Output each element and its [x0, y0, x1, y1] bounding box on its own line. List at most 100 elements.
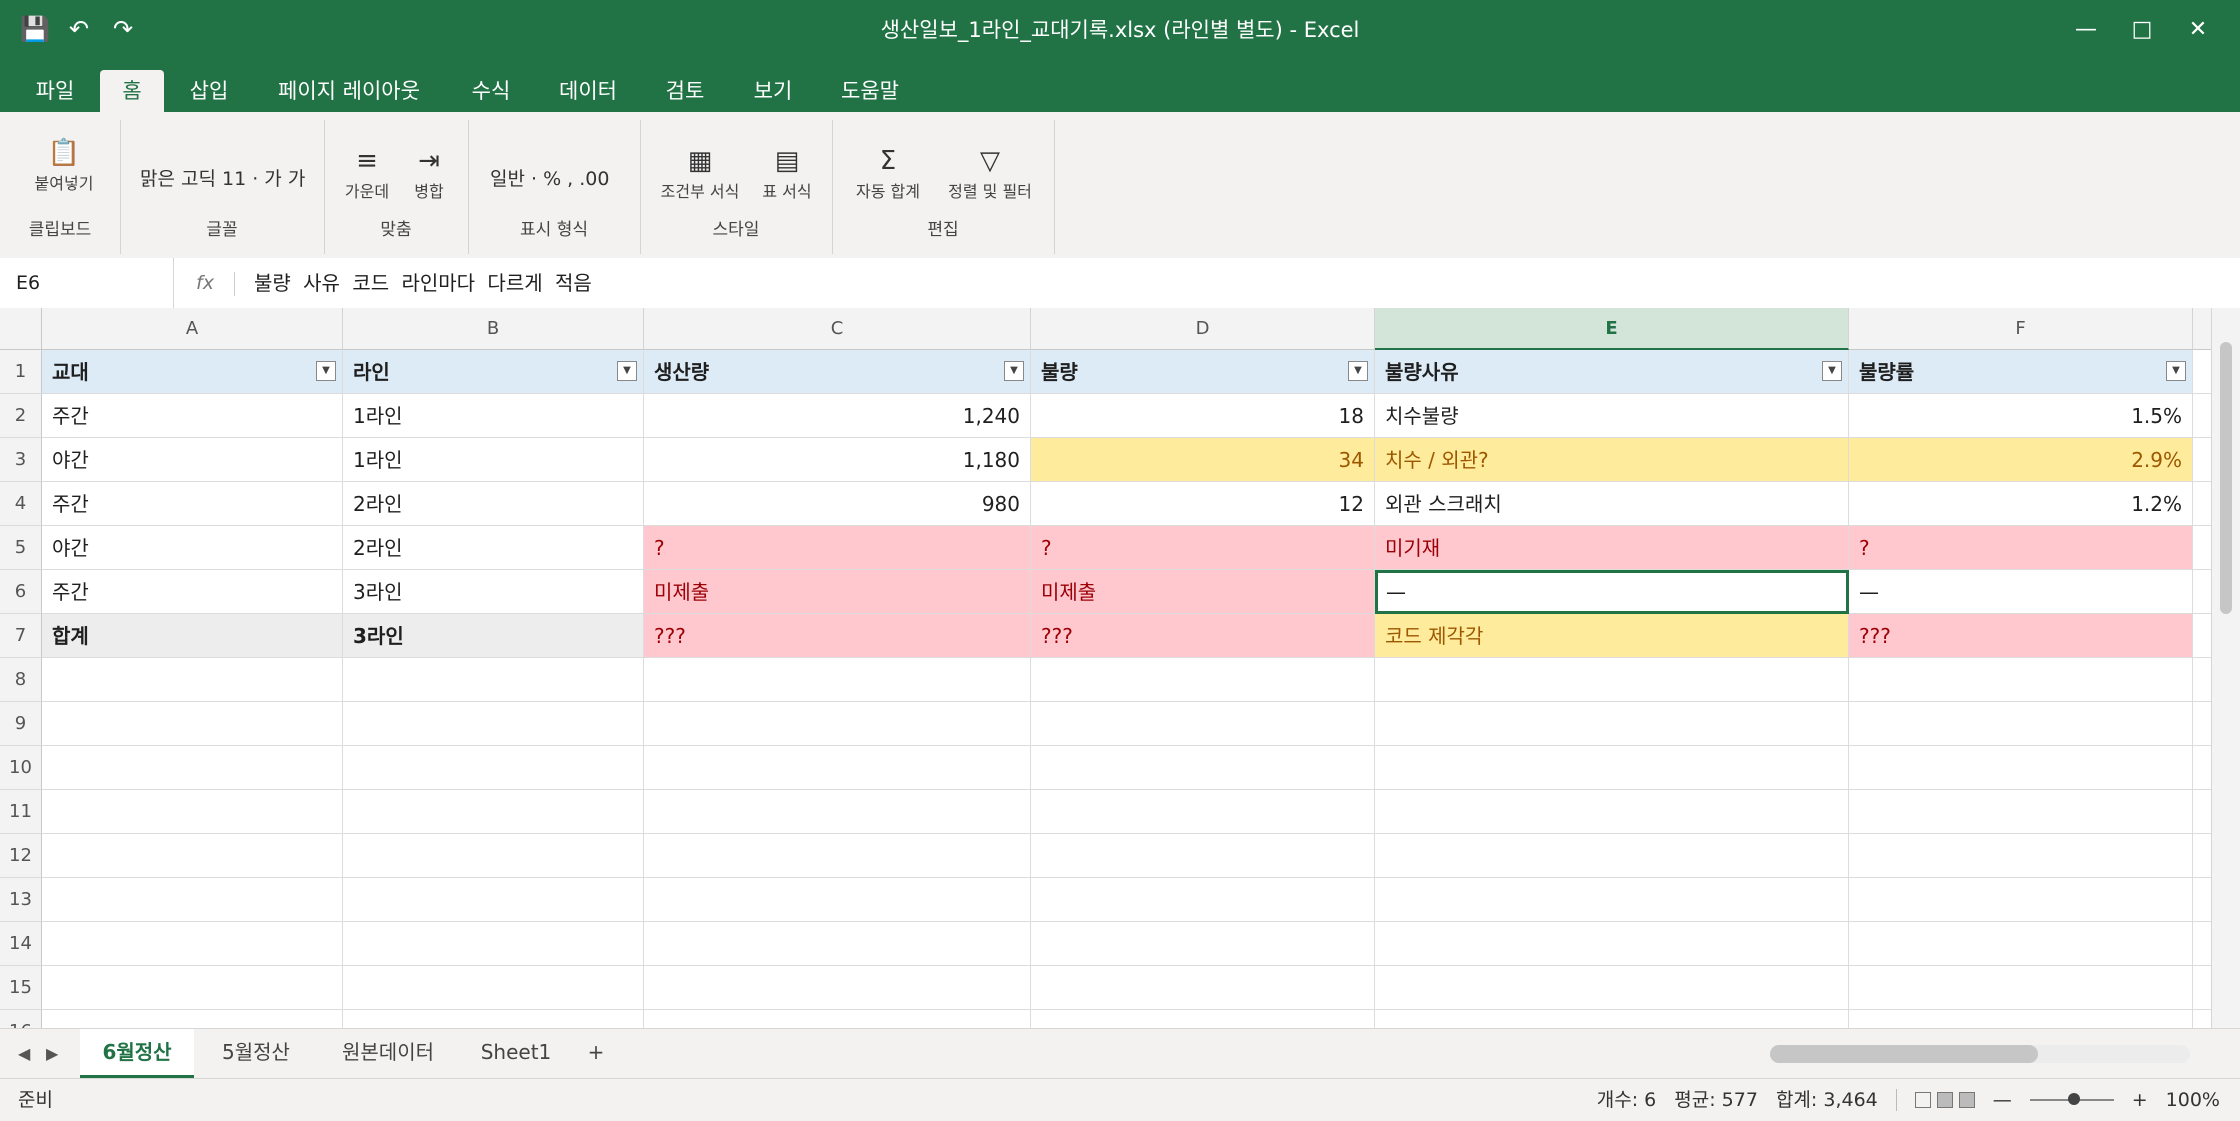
- empty-cell[interactable]: [1375, 922, 1849, 966]
- empty-cell[interactable]: [343, 878, 644, 922]
- table-cell[interactable]: 주간: [42, 394, 343, 438]
- autosum-button[interactable]: Σ 자동 합계: [848, 144, 928, 202]
- formula-input[interactable]: 불량 사유 코드 라인마다 다르게 적음: [254, 258, 592, 308]
- row-header[interactable]: 7: [0, 614, 42, 658]
- empty-cell[interactable]: [42, 922, 343, 966]
- empty-cell[interactable]: [1031, 1010, 1375, 1028]
- empty-cell[interactable]: [644, 658, 1031, 702]
- table-cell-error[interactable]: ?: [1031, 526, 1375, 570]
- empty-cell[interactable]: [42, 790, 343, 834]
- table-header-cell[interactable]: 라인 ▼: [343, 350, 644, 394]
- column-header-f[interactable]: F: [1849, 308, 2193, 350]
- total-cell[interactable]: 합계: [42, 614, 343, 658]
- select-all-corner[interactable]: [0, 308, 42, 350]
- empty-cell[interactable]: [1031, 790, 1375, 834]
- empty-cell[interactable]: [1031, 658, 1375, 702]
- empty-cell[interactable]: [343, 966, 644, 1010]
- empty-cell[interactable]: [343, 1010, 644, 1028]
- vertical-scroll-thumb[interactable]: [2220, 342, 2232, 614]
- table-header-cell[interactable]: 불량률 ▼: [1849, 350, 2193, 394]
- column-header-a[interactable]: A: [42, 308, 343, 350]
- sheet-tab-june[interactable]: 6월정산: [80, 1029, 194, 1079]
- total-cell[interactable]: 3라인: [343, 614, 644, 658]
- empty-cell[interactable]: [343, 746, 644, 790]
- table-cell[interactable]: 2라인: [343, 482, 644, 526]
- table-cell-error[interactable]: ???: [1031, 614, 1375, 658]
- zoom-slider[interactable]: [2029, 1093, 2114, 1105]
- tab-page-layout[interactable]: 페이지 레이아웃: [264, 70, 434, 112]
- add-sheet-button[interactable]: +: [576, 1029, 616, 1075]
- table-header-cell[interactable]: 불량사유 ▼: [1375, 350, 1849, 394]
- center-button[interactable]: ≡ 가운데: [340, 144, 394, 202]
- empty-cell[interactable]: [1375, 1010, 1849, 1028]
- empty-cell[interactable]: [1031, 746, 1375, 790]
- table-cell[interactable]: 1.5%: [1849, 394, 2193, 438]
- horizontal-scroll-thumb[interactable]: [1770, 1045, 2038, 1063]
- empty-cell[interactable]: [644, 746, 1031, 790]
- empty-cell[interactable]: [644, 834, 1031, 878]
- zoom-level[interactable]: 100%: [2166, 1079, 2220, 1121]
- tab-formulas[interactable]: 수식: [456, 70, 526, 112]
- sheet-tab-source[interactable]: 원본데이터: [322, 1029, 454, 1075]
- row-header[interactable]: 11: [0, 790, 42, 834]
- empty-cell[interactable]: [1031, 878, 1375, 922]
- table-cell[interactable]: 주간: [42, 482, 343, 526]
- table-cell-warning[interactable]: 2.9%: [1849, 438, 2193, 482]
- tab-file[interactable]: 파일: [20, 70, 90, 112]
- table-cell-error[interactable]: ?: [644, 526, 1031, 570]
- sheet-tab-may[interactable]: 5월정산: [200, 1029, 312, 1075]
- close-icon[interactable]: ✕: [2170, 8, 2226, 50]
- column-header-e[interactable]: E: [1375, 308, 1849, 350]
- table-cell-error[interactable]: 미기재: [1375, 526, 1849, 570]
- empty-cell[interactable]: [42, 702, 343, 746]
- zoom-slider-knob[interactable]: [2067, 1093, 2080, 1105]
- row-header[interactable]: 14: [0, 922, 42, 966]
- empty-cell[interactable]: [644, 1010, 1031, 1028]
- empty-cell[interactable]: [343, 702, 644, 746]
- next-sheet-icon[interactable]: ▶: [46, 1029, 58, 1079]
- empty-cell[interactable]: [1375, 790, 1849, 834]
- table-cell[interactable]: 18: [1031, 394, 1375, 438]
- filter-dropdown-icon[interactable]: ▼: [2166, 361, 2186, 381]
- tab-insert[interactable]: 삽입: [176, 70, 242, 112]
- row-header[interactable]: 8: [0, 658, 42, 702]
- sort-filter-button[interactable]: ▽ 정렬 및 필터: [934, 144, 1046, 202]
- number-format[interactable]: 일반 · % , .00: [490, 164, 609, 191]
- page-break-view-icon[interactable]: [1958, 1092, 1975, 1108]
- sheet-tab-sheet1[interactable]: Sheet1: [466, 1029, 566, 1075]
- column-header-b[interactable]: B: [343, 308, 644, 350]
- table-header-cell[interactable]: 생산량 ▼: [644, 350, 1031, 394]
- empty-cell[interactable]: [644, 922, 1031, 966]
- empty-cell[interactable]: [42, 1010, 343, 1028]
- table-cell[interactable]: —: [1849, 570, 2193, 614]
- filter-dropdown-icon[interactable]: ▼: [617, 361, 637, 381]
- table-header-cell[interactable]: 불량 ▼: [1031, 350, 1375, 394]
- merge-button[interactable]: ⇥ 병합: [404, 144, 454, 202]
- table-cell[interactable]: 치수불량: [1375, 394, 1849, 438]
- empty-cell[interactable]: [1375, 878, 1849, 922]
- conditional-format-button[interactable]: ▦ 조건부 서식: [652, 144, 748, 202]
- empty-cell[interactable]: [1849, 834, 2193, 878]
- table-cell[interactable]: 1라인: [343, 438, 644, 482]
- table-cell-warning[interactable]: 34: [1031, 438, 1375, 482]
- name-box[interactable]: E6: [0, 258, 174, 308]
- tab-review[interactable]: 검토: [652, 70, 718, 112]
- row-header[interactable]: 2: [0, 394, 42, 438]
- empty-cell[interactable]: [1849, 878, 2193, 922]
- row-header[interactable]: 5: [0, 526, 42, 570]
- table-header-cell[interactable]: 교대 ▼: [42, 350, 343, 394]
- table-cell[interactable]: 980: [644, 482, 1031, 526]
- fx-icon[interactable]: fx: [196, 258, 214, 308]
- table-cell-error[interactable]: 미제출: [1031, 570, 1375, 614]
- empty-cell[interactable]: [1375, 746, 1849, 790]
- row-header[interactable]: 10: [0, 746, 42, 790]
- row-header[interactable]: 4: [0, 482, 42, 526]
- tab-data[interactable]: 데이터: [546, 70, 630, 112]
- table-cell[interactable]: 1라인: [343, 394, 644, 438]
- filter-dropdown-icon[interactable]: ▼: [316, 361, 336, 381]
- tab-help[interactable]: 도움말: [828, 70, 912, 112]
- empty-cell[interactable]: [1031, 834, 1375, 878]
- row-header[interactable]: 1: [0, 350, 42, 394]
- empty-cell[interactable]: [42, 746, 343, 790]
- table-cell[interactable]: 야간: [42, 438, 343, 482]
